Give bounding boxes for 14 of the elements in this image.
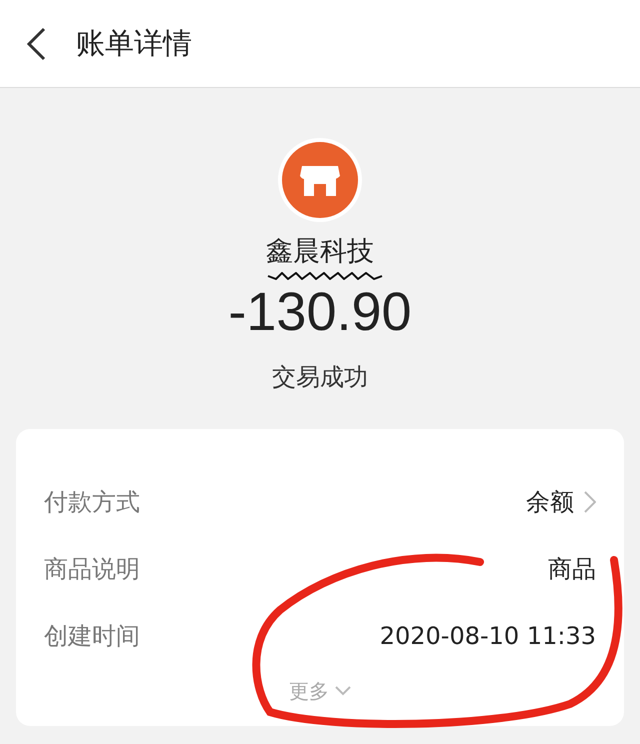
detail-label: 商品说明	[44, 554, 140, 585]
detail-value: 商品	[548, 554, 596, 585]
status-text: 交易成功	[272, 362, 368, 392]
merchant-name: 鑫晨科技	[266, 236, 374, 267]
detail-value: 余额	[526, 487, 574, 518]
detail-value: 2020-08-10 11:33	[380, 621, 596, 652]
page-title: 账单详情	[76, 24, 192, 62]
chevron-right-icon	[584, 491, 596, 513]
amount: -130.90	[228, 284, 412, 338]
detail-label: 付款方式	[44, 487, 140, 518]
back-icon	[26, 26, 46, 60]
chevron-icon	[335, 686, 351, 696]
detail-label: 创建时间	[44, 621, 140, 652]
more-button[interactable]: 更多	[289, 676, 351, 706]
